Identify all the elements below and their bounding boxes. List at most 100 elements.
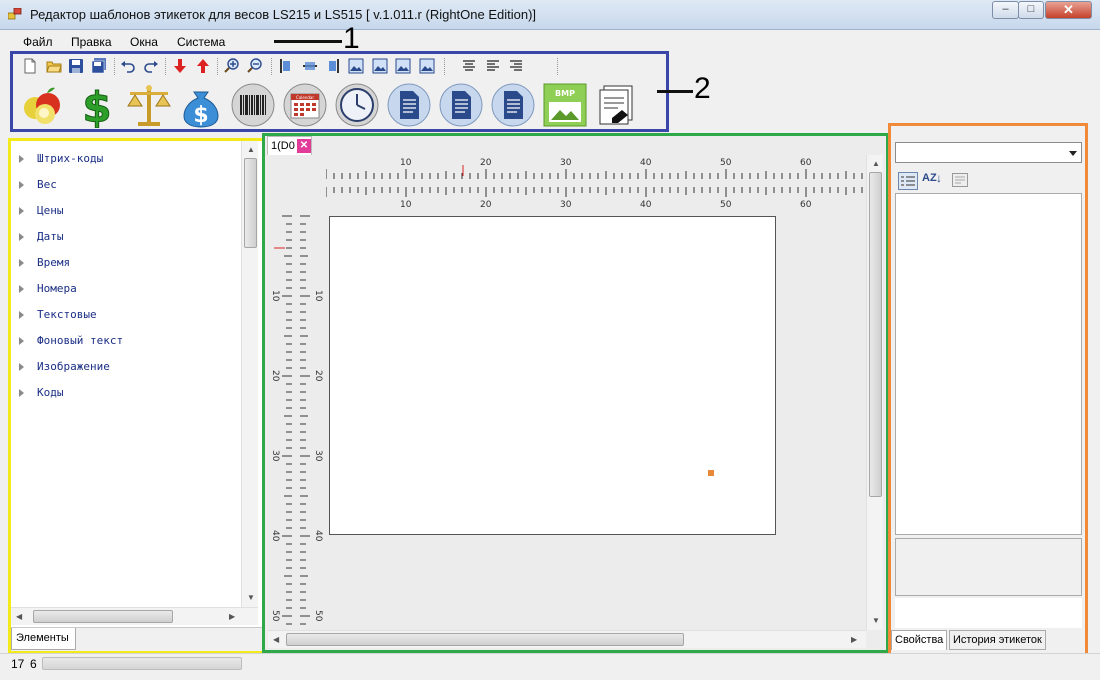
expand-arrow-icon[interactable] xyxy=(19,311,24,319)
ruler-label: 10 xyxy=(400,158,412,168)
text-center-icon[interactable] xyxy=(461,58,477,74)
expand-arrow-icon[interactable] xyxy=(19,389,24,397)
ruler-label: 30 xyxy=(270,450,280,462)
expand-arrow-icon[interactable] xyxy=(19,155,24,163)
dollar-icon[interactable]: $ xyxy=(74,82,120,129)
close-tab-icon[interactable]: ✕ xyxy=(297,139,311,153)
scroll-right-icon[interactable]: ▶ xyxy=(851,635,857,644)
bmp-image-icon[interactable]: BMP xyxy=(542,82,588,128)
image-align-3-icon[interactable] xyxy=(395,58,411,74)
menu-system[interactable]: Система xyxy=(177,35,225,49)
clock-icon[interactable] xyxy=(334,82,380,128)
scroll-left-icon[interactable]: ◀ xyxy=(273,635,279,644)
tab-document[interactable]: 1(D0 ✕ xyxy=(267,136,312,155)
image-align-1-icon[interactable] xyxy=(348,58,364,74)
scroll-thumb[interactable] xyxy=(869,172,882,497)
undo-icon[interactable] xyxy=(120,58,136,74)
move-up-icon[interactable] xyxy=(195,58,211,74)
categorized-icon[interactable] xyxy=(898,172,918,190)
document-icon[interactable] xyxy=(386,82,432,128)
scroll-up-icon[interactable]: ▲ xyxy=(247,145,255,154)
ruler-label: 10 xyxy=(400,200,412,210)
move-down-icon[interactable] xyxy=(172,58,188,74)
redo-icon[interactable] xyxy=(143,58,159,74)
align-right-icon[interactable] xyxy=(325,58,341,74)
object-selector-dropdown[interactable] xyxy=(895,142,1082,163)
menu-file[interactable]: Файл xyxy=(23,35,53,49)
money-bag-icon[interactable]: $ xyxy=(178,82,224,128)
toolbar-separator xyxy=(271,58,272,75)
ruler-label: 30 xyxy=(313,450,323,462)
text-right-icon[interactable] xyxy=(508,58,524,74)
expand-arrow-icon[interactable] xyxy=(19,285,24,293)
label-canvas[interactable] xyxy=(329,216,776,535)
menu-windows[interactable]: Окна xyxy=(130,35,158,49)
expand-arrow-icon[interactable] xyxy=(19,337,24,345)
text-left-icon[interactable] xyxy=(485,58,501,74)
zoom-in-icon[interactable] xyxy=(224,58,240,74)
document-icon[interactable] xyxy=(438,82,484,128)
document-icon[interactable] xyxy=(490,82,536,128)
image-align-2-icon[interactable] xyxy=(372,58,388,74)
canvas-vertical-scrollbar[interactable]: ▲ ▼ xyxy=(866,155,883,630)
scroll-left-icon[interactable]: ◀ xyxy=(16,612,22,621)
ruler-label: 10 xyxy=(270,290,280,302)
elements-vertical-scrollbar[interactable]: ▲ ▼ xyxy=(241,141,258,607)
toolbar-separator xyxy=(114,58,115,75)
scroll-thumb[interactable] xyxy=(286,633,684,646)
eraser-icon[interactable] xyxy=(594,82,640,128)
scroll-down-icon[interactable]: ▼ xyxy=(247,593,255,602)
tree-item-label: Вес xyxy=(37,178,57,191)
fruit-icon[interactable] xyxy=(20,82,66,128)
elements-horizontal-scrollbar[interactable]: ◀ ▶ xyxy=(11,607,258,625)
open-folder-icon[interactable] xyxy=(46,58,62,74)
property-grid[interactable] xyxy=(895,193,1082,535)
zoom-out-icon[interactable] xyxy=(247,58,263,74)
properties-blank-area xyxy=(895,598,1082,628)
sort-alphabetical-icon[interactable]: AZ xyxy=(922,172,937,184)
ruler-label: 30 xyxy=(560,200,572,210)
property-pages-icon[interactable] xyxy=(952,173,968,187)
app-icon xyxy=(8,8,22,20)
ruler-label: 50 xyxy=(313,610,323,622)
calendar-icon[interactable]: Calendar xyxy=(282,82,328,128)
scroll-right-icon[interactable]: ▶ xyxy=(229,612,235,621)
image-align-4-icon[interactable] xyxy=(419,58,435,74)
ruler-label: 20 xyxy=(270,370,280,382)
save-icon[interactable] xyxy=(68,58,84,74)
ruler-label: 50 xyxy=(270,610,280,622)
ruler-label: 40 xyxy=(270,530,280,542)
maximize-button[interactable]: □ xyxy=(1018,1,1044,19)
canvas-handle[interactable] xyxy=(708,470,714,476)
scroll-down-icon[interactable]: ▼ xyxy=(872,616,880,625)
menu-edit[interactable]: Правка xyxy=(71,35,112,49)
toolbar-separator xyxy=(444,58,445,75)
annotation-line-2 xyxy=(657,90,693,93)
expand-arrow-icon[interactable] xyxy=(19,207,24,215)
tab-elements[interactable]: Элементы xyxy=(11,628,76,650)
expand-arrow-icon[interactable] xyxy=(19,181,24,189)
canvas-horizontal-scrollbar[interactable]: ◀ ▶ xyxy=(268,630,866,648)
save-all-icon[interactable] xyxy=(91,58,107,74)
expand-arrow-icon[interactable] xyxy=(19,233,24,241)
tab-properties[interactable]: Свойства xyxy=(891,630,948,650)
close-button[interactable]: ✕ xyxy=(1045,1,1092,19)
scroll-thumb[interactable] xyxy=(244,158,257,248)
align-middle-icon[interactable] xyxy=(302,58,318,74)
tab-label-history[interactable]: История этикеток xyxy=(949,630,1046,650)
barcode-icon[interactable] xyxy=(230,82,276,128)
scroll-thumb[interactable] xyxy=(33,610,173,623)
small-toolbar xyxy=(14,55,664,79)
new-file-icon[interactable] xyxy=(22,58,38,74)
ruler-label: 40 xyxy=(640,200,652,210)
scales-icon[interactable] xyxy=(126,82,172,128)
chevron-down-icon[interactable] xyxy=(1069,151,1077,156)
ruler-label: 60 xyxy=(800,158,812,168)
align-left-icon[interactable] xyxy=(278,58,294,74)
property-description xyxy=(895,538,1082,596)
minimize-button[interactable]: – xyxy=(992,1,1019,19)
tree-item-label: Даты xyxy=(37,230,64,243)
expand-arrow-icon[interactable] xyxy=(19,259,24,267)
expand-arrow-icon[interactable] xyxy=(19,363,24,371)
scroll-up-icon[interactable]: ▲ xyxy=(872,159,880,168)
